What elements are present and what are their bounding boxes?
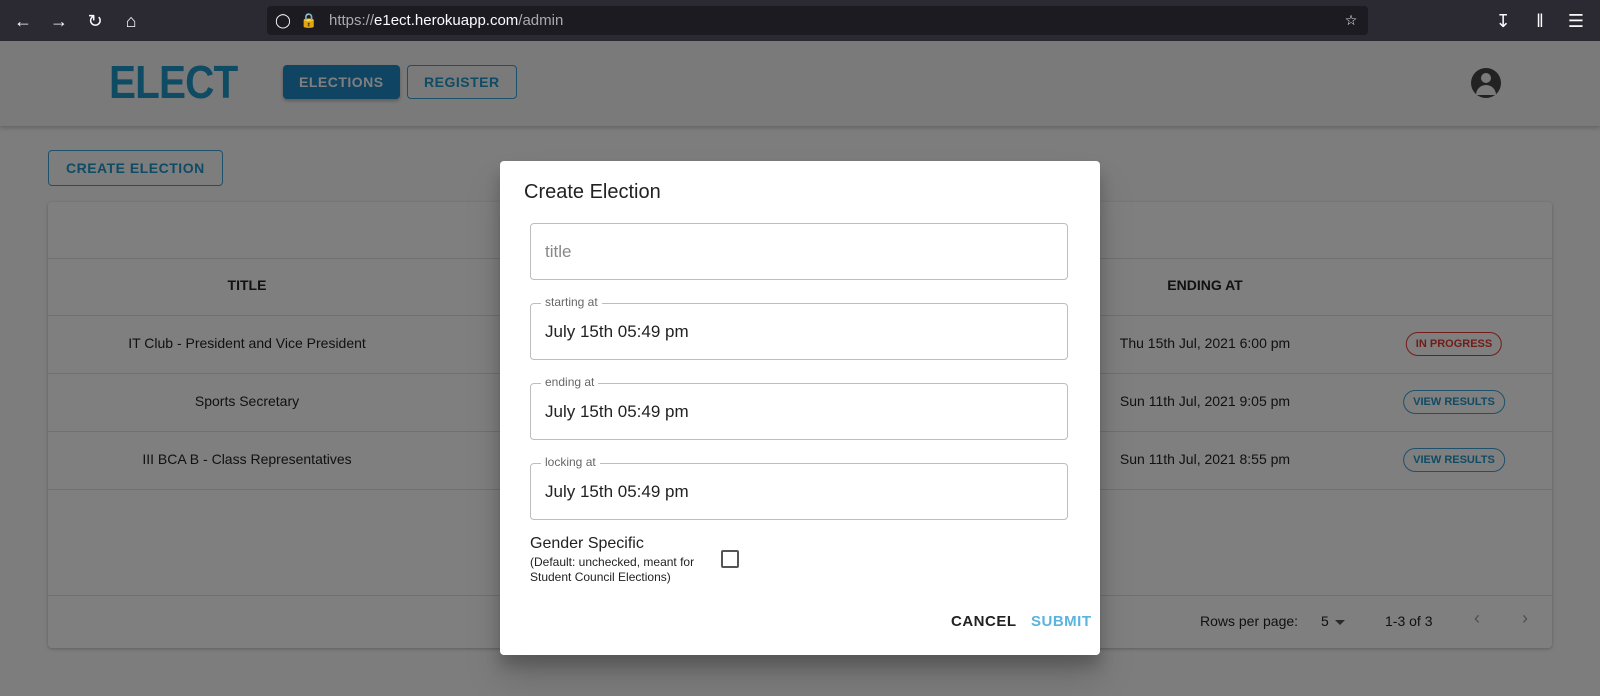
submit-button[interactable]: SUBMIT [1031, 613, 1092, 630]
create-election-dialog: Create Election starting at ending at lo… [500, 161, 1100, 655]
back-icon[interactable]: ← [10, 8, 36, 34]
starting-at-label: starting at [541, 295, 602, 309]
gender-specific-label: Gender Specific [530, 535, 644, 552]
locking-at-input[interactable] [531, 464, 1067, 519]
menu-icon[interactable]: ☰ [1563, 8, 1589, 34]
library-icon[interactable]: ‖ [1527, 8, 1553, 34]
ending-at-label: ending at [541, 375, 599, 389]
gender-specific-group: Gender Specific (Default: unchecked, mea… [530, 535, 710, 585]
dialog-title: Create Election [524, 181, 661, 203]
title-input[interactable] [531, 224, 1067, 279]
forward-icon[interactable]: → [46, 8, 72, 34]
browser-toolbar: ← → ↻ ⌂ ◯ 🔒 https://e1ect.herokuapp.com/… [0, 0, 1600, 41]
gender-specific-checkbox[interactable] [721, 550, 739, 568]
address-bar[interactable]: ◯ 🔒 https://e1ect.herokuapp.com/admin ☆ [267, 6, 1368, 35]
starting-at-field[interactable]: starting at [530, 295, 1068, 360]
url-text[interactable]: https://e1ect.herokuapp.com/admin [329, 6, 563, 35]
title-field[interactable] [530, 223, 1068, 280]
download-icon[interactable]: ↧ [1490, 8, 1516, 34]
lock-icon[interactable]: 🔒 [300, 11, 318, 29]
ending-at-field[interactable]: ending at [530, 375, 1068, 440]
reload-icon[interactable]: ↻ [82, 8, 108, 34]
ending-at-input[interactable] [531, 384, 1067, 439]
home-icon[interactable]: ⌂ [118, 8, 144, 34]
locking-at-label: locking at [541, 455, 600, 469]
cancel-button[interactable]: CANCEL [951, 613, 1017, 630]
locking-at-field[interactable]: locking at [530, 455, 1068, 520]
gender-specific-hint: (Default: unchecked, meant for Student C… [530, 555, 695, 584]
shield-icon[interactable]: ◯ [274, 11, 292, 29]
bookmark-star-icon[interactable]: ☆ [1342, 11, 1360, 29]
starting-at-input[interactable] [531, 304, 1067, 359]
